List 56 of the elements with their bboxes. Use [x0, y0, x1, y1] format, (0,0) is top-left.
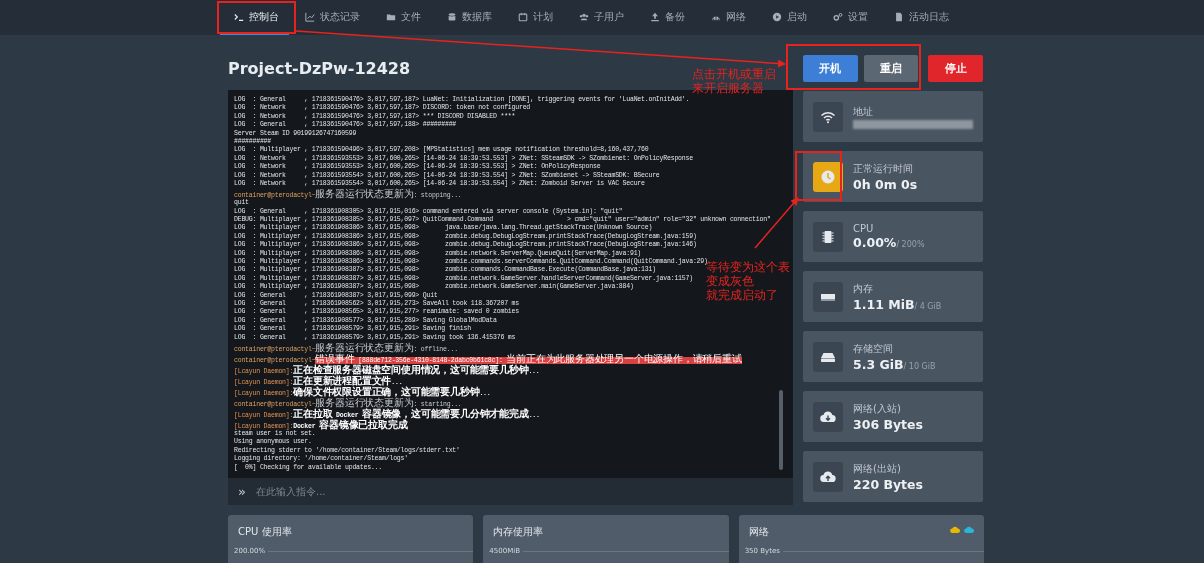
- highlight-frame: [795, 151, 842, 201]
- server-title: Project-DzPw-12428: [228, 59, 411, 78]
- chart-icon: [305, 11, 315, 22]
- graph-title: 内存使用率: [493, 525, 544, 539]
- prompt-symbol: »: [238, 484, 246, 499]
- nav-tab[interactable]: 网络: [697, 0, 756, 35]
- command-input[interactable]: 在此输入指令...: [253, 485, 793, 498]
- command-input-field[interactable]: » 在此输入指令...: [228, 478, 793, 505]
- file-icon: [894, 11, 904, 22]
- database-icon: [447, 11, 457, 22]
- nav-tab[interactable]: 文件: [372, 0, 431, 35]
- stat-label: 存储空间: [853, 341, 894, 356]
- nav-tab[interactable]: 计划: [504, 0, 563, 35]
- annotation-text: 等待变为这个表: [706, 260, 790, 274]
- stat-value: 306 Bytes: [853, 416, 923, 432]
- clock-icon: [820, 168, 836, 185]
- calendar-icon: [518, 11, 528, 22]
- nav-tab[interactable]: 备份: [636, 0, 695, 35]
- cloud-icon[interactable]: [950, 525, 960, 535]
- download-icon: [820, 408, 836, 425]
- nav-tab[interactable]: 启动: [758, 0, 817, 35]
- cloud-icon[interactable]: [964, 525, 974, 535]
- stat-label: 网络(出站): [853, 461, 902, 476]
- nav-tab[interactable]: 子用户: [565, 0, 634, 35]
- nav-tab[interactable]: 设置: [819, 0, 878, 35]
- nav-tab[interactable]: 控制台: [220, 0, 289, 35]
- annotation-text: 点击开机或重启: [692, 67, 776, 81]
- annotation-text: 变成灰色: [706, 274, 754, 288]
- gears-icon: [833, 11, 843, 22]
- nav-tab[interactable]: 活动日志: [880, 0, 959, 35]
- restart-button[interactable]: 重启: [863, 55, 919, 82]
- upload-icon: [820, 468, 836, 485]
- stat-label: 地址: [853, 104, 874, 119]
- stat-value: 0.00%/ 200%: [853, 235, 925, 250]
- scrollbar[interactable]: [779, 390, 783, 470]
- play-icon: [772, 11, 782, 22]
- stop-button[interactable]: 停止: [928, 55, 983, 82]
- stat-value: 1.11 MiB/ 4 GiB: [853, 296, 942, 312]
- users-icon: [579, 11, 589, 22]
- nav-tab[interactable]: 状态记录: [291, 0, 370, 35]
- graph-title: 网络: [748, 525, 769, 539]
- chip-icon: [820, 228, 836, 245]
- stat-value: 5.3 GiB/ 10 GiB: [853, 356, 936, 372]
- graph-title: CPU 使用率: [238, 525, 292, 539]
- stat-label: 正常运行时间: [853, 161, 914, 176]
- nav-tab[interactable]: 数据库: [433, 0, 502, 35]
- stat-label: CPU: [853, 223, 875, 234]
- stat-label: 网络(入站): [853, 401, 902, 416]
- upload-icon: [650, 11, 660, 22]
- stat-value: 0h 0m 0s: [853, 176, 918, 192]
- annotation-text: 来开启服务器: [692, 81, 764, 95]
- stat-value: 220 Bytes: [853, 476, 923, 492]
- annotation-text: 就完成启动了: [706, 288, 778, 302]
- stat-label: 内存: [853, 281, 874, 296]
- start-button[interactable]: 开机: [803, 55, 858, 82]
- terminal-icon: [234, 11, 244, 22]
